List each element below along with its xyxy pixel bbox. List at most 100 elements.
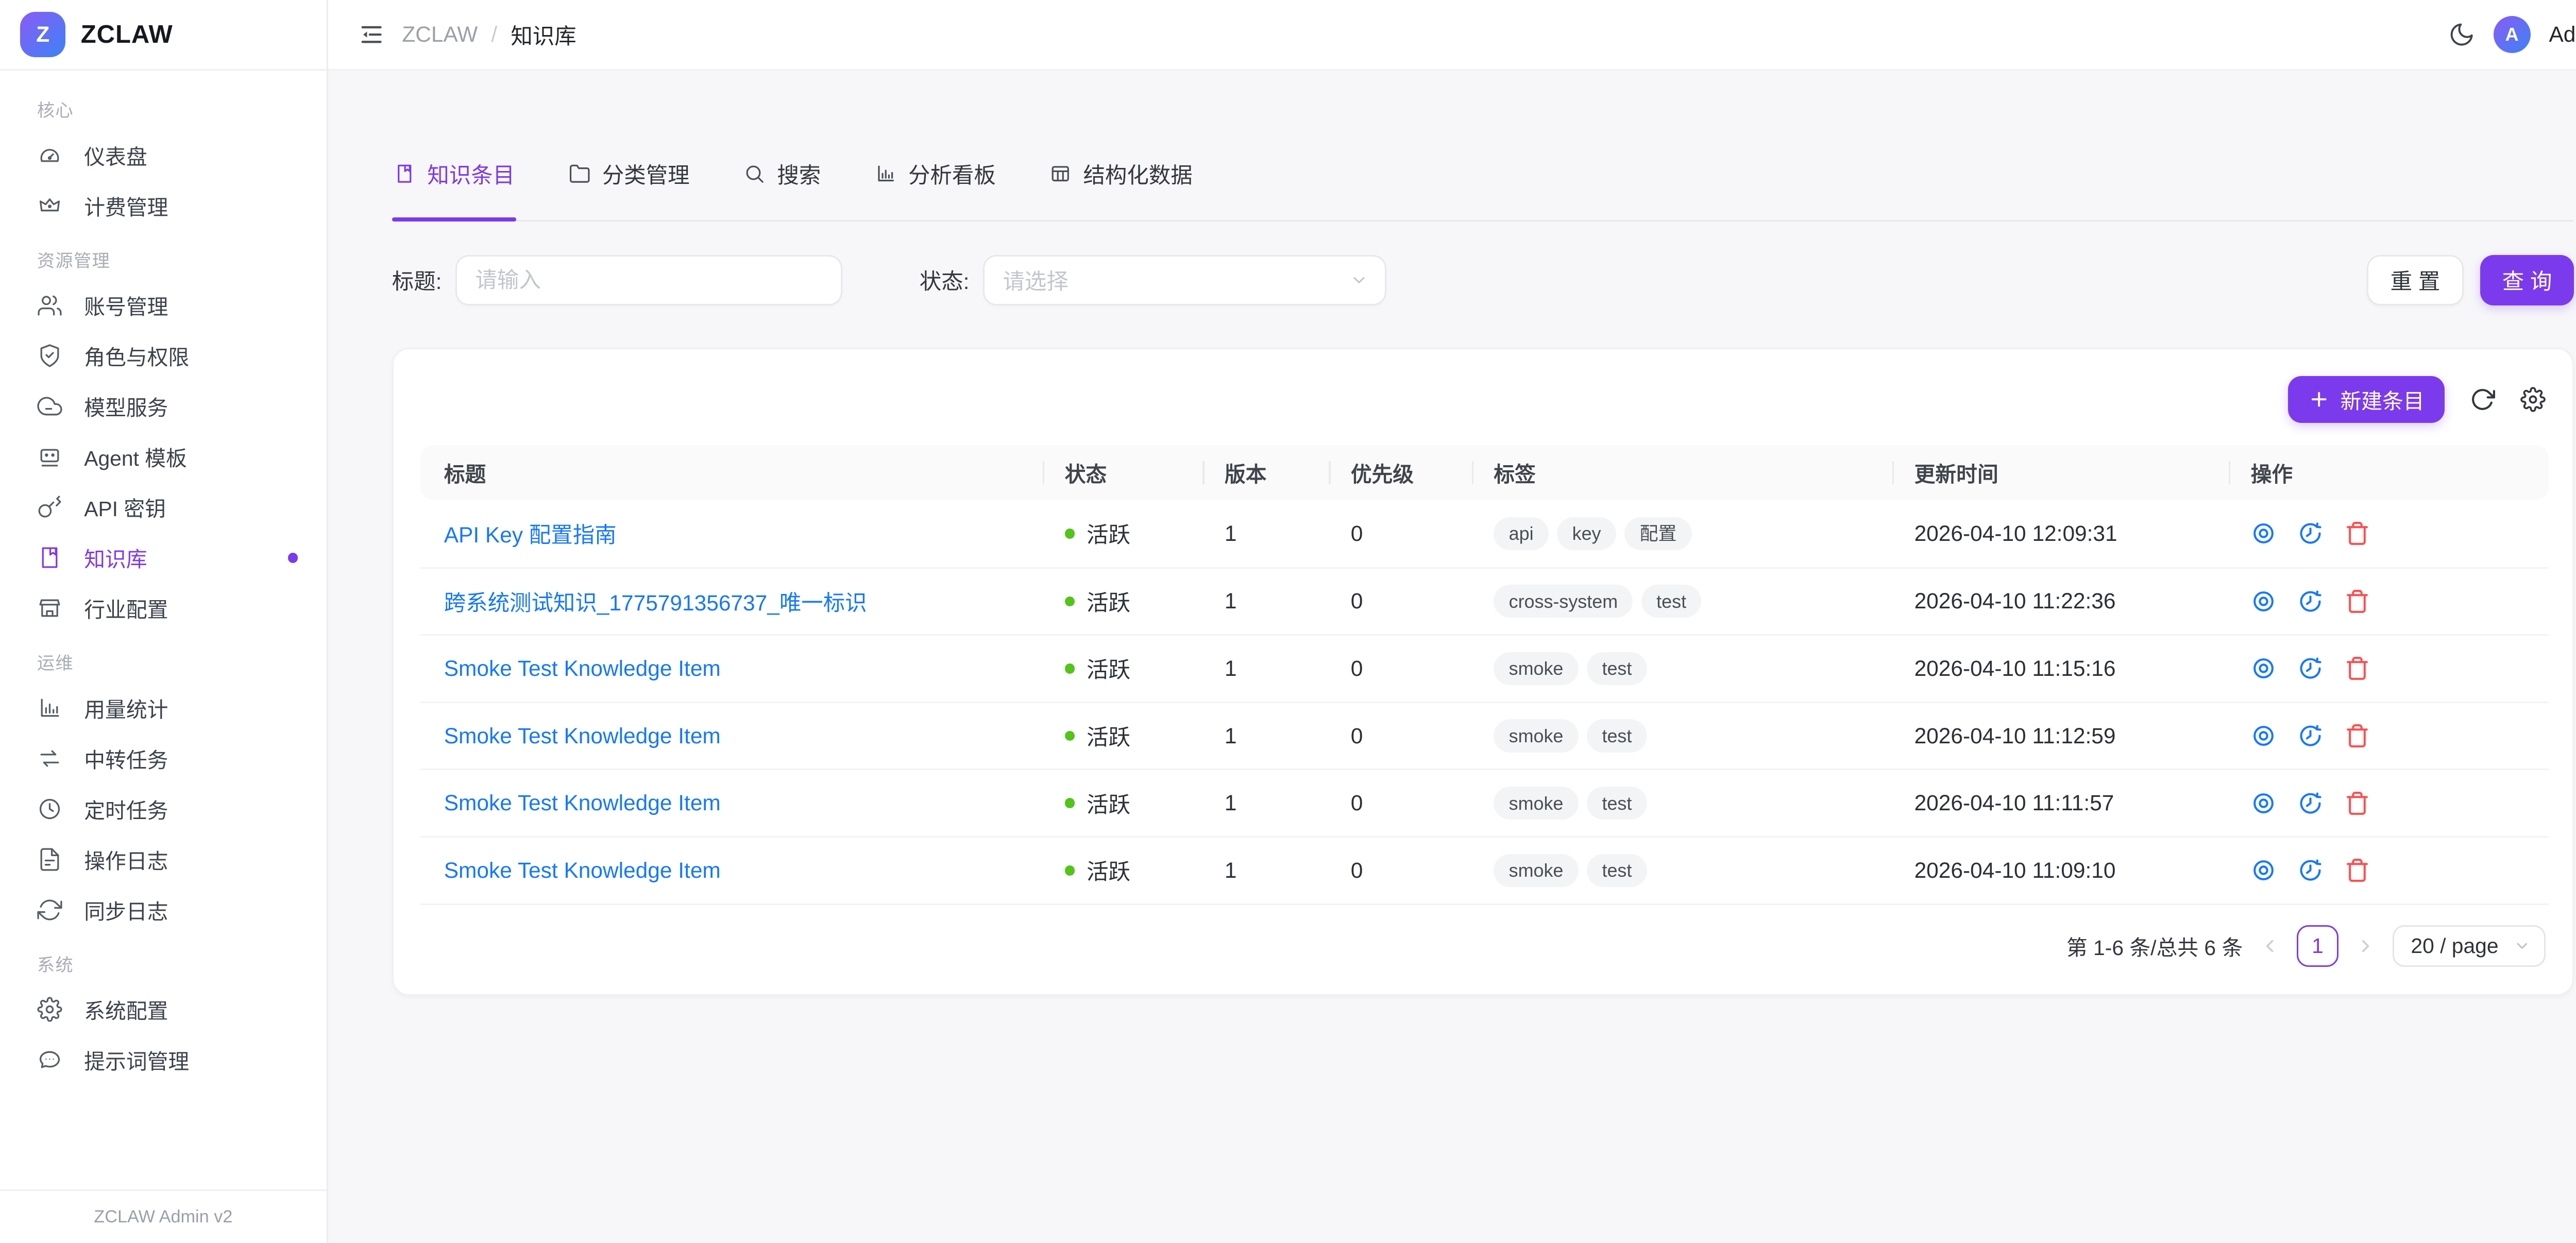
status-dot [1065, 798, 1075, 808]
history-button[interactable] [2298, 858, 2323, 883]
reset-button[interactable]: 重 置 [2367, 255, 2464, 305]
entry-title-link[interactable]: 跨系统测试知识_1775791356737_唯一标识 [444, 591, 867, 615]
refresh-button[interactable] [2470, 387, 2495, 412]
dark-mode-toggle[interactable] [2448, 21, 2475, 48]
entry-title-link[interactable]: Smoke Test Knowledge Item [444, 858, 721, 882]
table-row: Smoke Test Knowledge Item 活跃 1 0 smokete… [420, 770, 2549, 837]
sidebar-item-scheduled-tasks[interactable]: 定时任务 [0, 784, 327, 834]
pagination-page-1[interactable]: 1 [2297, 925, 2339, 967]
view-button[interactable] [2251, 656, 2276, 681]
history-button[interactable] [2298, 723, 2323, 748]
chevron-down-icon [2514, 938, 2531, 955]
knowledge-table: 标题 状态 版本 优先级 标签 更新时间 操作 API Key 配置指南 活跃 [420, 445, 2549, 905]
delete-button[interactable] [2345, 791, 2370, 816]
view-button[interactable] [2251, 858, 2276, 883]
book-icon [394, 163, 415, 184]
delete-button[interactable] [2345, 589, 2370, 614]
sidebar-item-prompt-management[interactable]: 提示词管理 [0, 1035, 327, 1085]
pagination-next-button[interactable] [2355, 936, 2376, 956]
moon-icon [2448, 21, 2475, 48]
view-icon [2251, 521, 2276, 546]
sidebar-item-usage-stats[interactable]: 用量统计 [0, 683, 327, 733]
delete-button[interactable] [2345, 858, 2370, 883]
history-icon [2298, 589, 2323, 614]
tag-badge: smoke [1494, 854, 1579, 887]
sidebar-section-operations: 运维 [0, 634, 327, 683]
robot-icon [37, 444, 62, 469]
view-button[interactable] [2251, 589, 2276, 614]
history-button[interactable] [2298, 589, 2323, 614]
chevron-right-icon [2355, 936, 2376, 956]
tag-badge: smoke [1494, 787, 1579, 820]
entry-title-link[interactable]: Smoke Test Knowledge Item [444, 724, 721, 748]
view-button[interactable] [2251, 521, 2276, 546]
delete-button[interactable] [2345, 723, 2370, 748]
sidebar-item-label: 系统配置 [84, 994, 168, 1025]
status-filter-label: 状态: [920, 264, 970, 296]
app-root: Z ZCLAW 核心 仪表盘 计费管理 资源管理 账号管理 角色与权限 [0, 0, 2576, 1243]
title-filter-input[interactable] [455, 255, 842, 305]
sidebar-item-operation-logs[interactable]: 操作日志 [0, 834, 327, 884]
history-button[interactable] [2298, 521, 2323, 546]
delete-icon [2345, 589, 2370, 614]
history-button[interactable] [2298, 656, 2323, 681]
query-button[interactable]: 查 询 [2480, 255, 2574, 305]
priority-cell: 0 [1331, 702, 1474, 770]
breadcrumb-root[interactable]: ZCLAW [402, 22, 478, 47]
pagination-prev-button[interactable] [2260, 936, 2280, 956]
sidebar-item-sync-logs[interactable]: 同步日志 [0, 884, 327, 935]
page-size-select[interactable]: 20 / page [2393, 925, 2546, 967]
clock-icon [37, 796, 62, 822]
history-icon [2298, 656, 2323, 681]
sidebar-item-system-config[interactable]: 系统配置 [0, 984, 327, 1035]
breadcrumb: ZCLAW / 知识库 [402, 19, 576, 50]
chevron-down-icon [1350, 271, 1368, 290]
sidebar-item-knowledge-base[interactable]: 知识库 [0, 533, 327, 583]
transfer-icon [37, 746, 62, 771]
sidebar-item-label: 仪表盘 [84, 140, 147, 171]
view-button[interactable] [2251, 723, 2276, 748]
user-name[interactable]: Admin [2549, 22, 2576, 47]
status-label: 活跃 [1087, 855, 1130, 886]
delete-button[interactable] [2345, 656, 2370, 681]
history-button[interactable] [2298, 791, 2323, 816]
breadcrumb-current: 知识库 [511, 19, 576, 50]
avatar[interactable]: A [2494, 16, 2531, 53]
sidebar-item-billing[interactable]: 计费管理 [0, 180, 327, 231]
status-dot [1065, 731, 1075, 741]
delete-icon [2345, 723, 2370, 748]
cloud-icon [37, 394, 62, 419]
new-entry-label: 新建条目 [2340, 384, 2424, 415]
sidebar-section-resources: 资源管理 [0, 231, 327, 280]
view-button[interactable] [2251, 791, 2276, 816]
sidebar-item-label: 角色与权限 [84, 340, 189, 371]
status-filter-select[interactable]: 请选择 [983, 255, 1387, 305]
delete-button[interactable] [2345, 521, 2370, 546]
entry-title-link[interactable]: API Key 配置指南 [444, 523, 617, 547]
sidebar-item-accounts[interactable]: 账号管理 [0, 280, 327, 331]
sidebar-item-industry-config[interactable]: 行业配置 [0, 583, 327, 634]
sidebar-item-agent-templates[interactable]: Agent 模板 [0, 432, 327, 482]
delete-icon [2345, 858, 2370, 883]
sidebar-item-api-keys[interactable]: API 密钥 [0, 482, 327, 533]
tab-analytics-board[interactable]: 分析看板 [873, 148, 997, 219]
tab-structured-data[interactable]: 结构化数据 [1048, 148, 1194, 219]
new-entry-button[interactable]: 新建条目 [2288, 376, 2445, 423]
tab-category-management[interactable]: 分类管理 [567, 148, 691, 219]
tab-knowledge-entries[interactable]: 知识条目 [392, 148, 517, 219]
sidebar-item-transfer-tasks[interactable]: 中转任务 [0, 733, 327, 784]
entry-title-link[interactable]: Smoke Test Knowledge Item [444, 791, 721, 815]
sidebar-item-dashboard[interactable]: 仪表盘 [0, 130, 327, 180]
sidebar-item-label: API 密钥 [84, 492, 166, 522]
table-settings-button[interactable] [2520, 387, 2546, 412]
key-icon [37, 495, 62, 520]
sidebar-item-model-services[interactable]: 模型服务 [0, 381, 327, 432]
tag-badge: test [1587, 652, 1647, 685]
sidebar-item-roles[interactable]: 角色与权限 [0, 331, 327, 381]
entry-title-link[interactable]: Smoke Test Knowledge Item [444, 656, 721, 680]
tab-search[interactable]: 搜索 [742, 148, 823, 219]
sidebar-collapse-button[interactable] [358, 21, 385, 48]
pagination: 第 1-6 条/总共 6 条 1 20 / page [420, 925, 2546, 967]
tab-bar: 知识条目 分类管理 搜索 分析看板 结构化数据 [392, 148, 2574, 221]
priority-cell: 0 [1331, 837, 1474, 904]
